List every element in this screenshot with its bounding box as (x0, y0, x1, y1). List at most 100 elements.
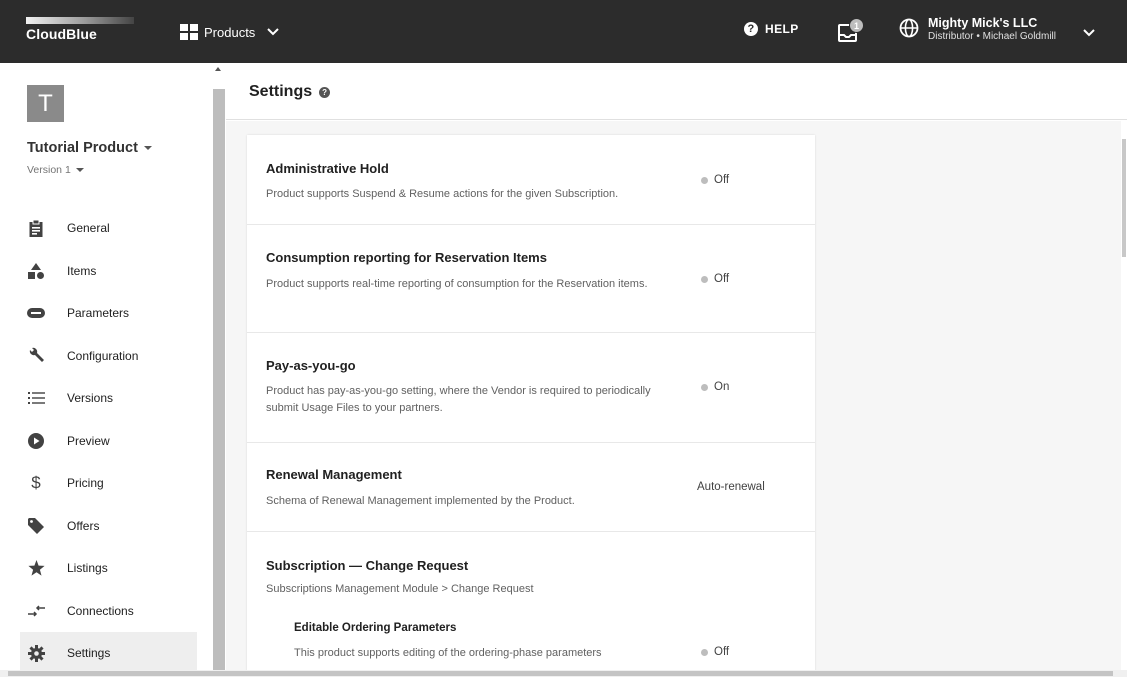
product-version: Version 1 (27, 164, 71, 176)
account-name: Mighty Mick's LLC (928, 16, 1038, 30)
sidebar-item-offers[interactable]: Offers (20, 505, 197, 548)
status-dot-icon (701, 648, 708, 656)
help-icon: ? (744, 22, 758, 36)
sidebar-item-connections[interactable]: Connections (20, 590, 197, 633)
help-button[interactable]: ? HELP (744, 22, 799, 36)
scroll-up-arrow-icon[interactable] (215, 67, 221, 71)
setting-pay-as-you-go: Pay-as-you-go Product has pay-as-you-go … (247, 333, 815, 443)
sidebar-item-configuration[interactable]: Configuration (20, 335, 197, 378)
setting-status-text: Off (714, 174, 730, 186)
horizontal-scrollbar-thumb[interactable] (8, 671, 1113, 676)
product-avatar: T (27, 85, 64, 122)
status-dot-icon (701, 383, 708, 391)
sidebar-item-label: General (67, 221, 110, 236)
setting-title: Pay-as-you-go (266, 358, 356, 373)
subsetting-description: This product supports editing of the ord… (294, 647, 602, 659)
caret-down-icon (75, 168, 84, 172)
setting-status-text: Off (714, 646, 730, 658)
sidebar-scrollbar-thumb[interactable] (213, 89, 225, 670)
shapes-icon (27, 262, 45, 280)
setting-status: Off (701, 273, 729, 285)
list-icon (27, 389, 45, 407)
setting-description: Subscriptions Management Module > Change… (266, 583, 534, 595)
setting-title: Subscription — Change Request (266, 558, 469, 573)
main-scrollbar[interactable] (1121, 121, 1127, 670)
main-scrollbar-thumb[interactable] (1122, 139, 1126, 257)
sidebar-item-label: Preview (67, 433, 110, 448)
setting-title: Consumption reporting for Reservation It… (266, 250, 547, 265)
setting-status: On (701, 381, 729, 393)
setting-title: Renewal Management (266, 467, 402, 482)
sidebar-item-label: Settings (67, 646, 111, 661)
setting-description: Product has pay-as-you-go setting, where… (266, 385, 651, 414)
product-version-dropdown[interactable]: Version 1 (27, 164, 84, 176)
cloudblue-logo[interactable]: CloudBlue (26, 17, 134, 47)
sidebar-item-label: Items (67, 263, 97, 278)
setting-renewal-management: Renewal Management Schema of Renewal Man… (247, 443, 815, 532)
sidebar-item-label: Offers (67, 518, 100, 533)
top-bar: CloudBlue Products ? HELP 1 Mighty Mick'… (0, 0, 1127, 63)
help-circle-icon[interactable]: ? (319, 86, 331, 98)
page-header: Settings ? (226, 63, 1127, 120)
subsetting-title: Editable Ordering Parameters (294, 622, 457, 634)
help-label: HELP (765, 22, 799, 36)
sidebar-item-listings[interactable]: Listings (20, 547, 197, 590)
account-switcher[interactable]: Mighty Mick's LLC Distributor • Michael … (899, 17, 1056, 43)
setting-subscription-change-request: Subscription — Change Request Subscripti… (247, 532, 815, 675)
gear-icon (27, 644, 45, 662)
notification-count-badge: 1 (849, 18, 864, 33)
setting-status: Auto-renewal (697, 481, 765, 493)
sidebar-item-label: Connections (67, 603, 134, 618)
sidebar-item-label: Versions (67, 391, 114, 406)
setting-status: Off (701, 646, 729, 658)
sidebar-scrollbar[interactable] (212, 63, 226, 670)
sidebar-item-preview[interactable]: Preview (20, 420, 197, 463)
settings-content: Administrative Hold Product supports Sus… (226, 121, 1121, 675)
play-icon (27, 432, 45, 450)
sidebar-item-label: Parameters (67, 306, 130, 321)
dollar-icon: $ (31, 473, 41, 493)
sidebar-item-parameters[interactable]: Parameters (20, 292, 197, 335)
products-label: Products (204, 24, 256, 40)
setting-description: Product supports Suspend & Resume action… (266, 188, 619, 200)
status-dot-icon (701, 176, 708, 184)
sidebar-item-versions[interactable]: Versions (20, 377, 197, 420)
status-dot-icon (701, 275, 708, 283)
chevron-down-icon (267, 28, 280, 36)
products-menu-button[interactable]: Products (180, 20, 280, 44)
sidebar-item-settings[interactable]: Settings (20, 632, 197, 675)
chevron-down-icon[interactable] (1083, 24, 1095, 42)
star-icon (27, 559, 45, 577)
logo-gradient-bar (26, 17, 134, 24)
clipboard-icon (27, 219, 45, 237)
horizontal-scrollbar[interactable] (0, 670, 1127, 677)
tag-icon (27, 517, 45, 535)
setting-status: Off (701, 174, 729, 186)
parameters-icon (27, 304, 45, 322)
sidebar-item-label: Configuration (67, 348, 139, 363)
connections-icon (27, 602, 45, 620)
sidebar-item-label: Pricing (67, 476, 104, 491)
account-role: Distributor • Michael Goldmill (928, 31, 1056, 42)
setting-title: Administrative Hold (266, 161, 389, 176)
product-name-dropdown[interactable]: Tutorial Product (27, 140, 152, 156)
setting-status-text: Auto-renewal (697, 481, 765, 493)
globe-icon (899, 18, 919, 43)
caret-down-icon (143, 146, 152, 150)
setting-status-text: Off (714, 273, 730, 285)
sidebar-item-general[interactable]: General (20, 207, 197, 250)
page-title-text: Settings (249, 83, 313, 100)
notifications-button[interactable]: 1 (838, 18, 864, 44)
product-name: Tutorial Product (27, 140, 138, 156)
logo-text: CloudBlue (26, 26, 97, 42)
sidebar-item-pricing[interactable]: $ Pricing (20, 462, 197, 505)
setting-description: Schema of Renewal Management implemented… (266, 495, 575, 507)
sidebar-item-label: Listings (67, 561, 108, 576)
sidebar-item-items[interactable]: Items (20, 250, 197, 293)
setting-administrative-hold: Administrative Hold Product supports Sus… (247, 135, 815, 225)
setting-consumption-reporting: Consumption reporting for Reservation It… (247, 225, 815, 333)
setting-description: Product supports real-time reporting of … (266, 278, 648, 290)
sidebar-nav: General Items Parameters Configuration V… (20, 207, 197, 675)
page-title: Settings ? (249, 83, 331, 101)
grid-icon (180, 24, 198, 40)
